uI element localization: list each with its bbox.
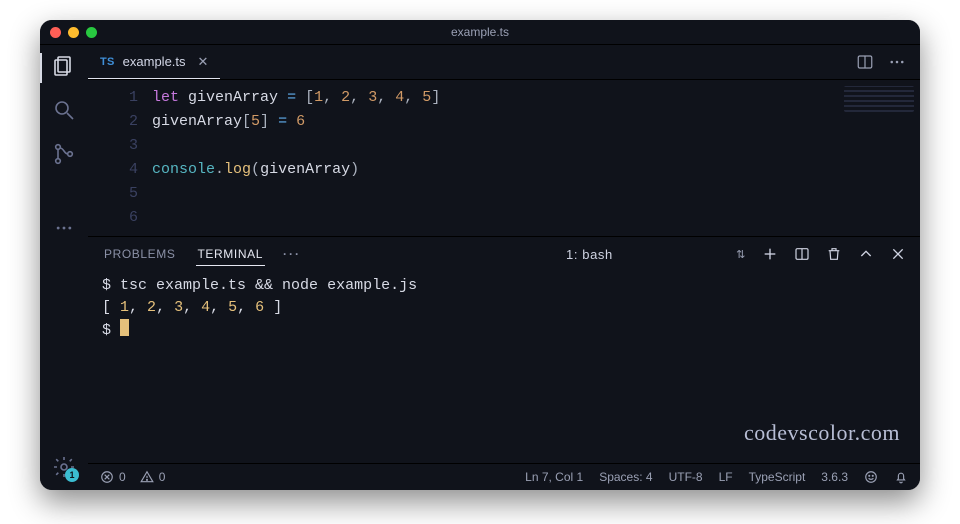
tab-filename: example.ts xyxy=(123,54,186,69)
bell-icon[interactable] xyxy=(894,470,908,484)
code-line xyxy=(152,134,920,158)
status-encoding[interactable]: UTF-8 xyxy=(669,470,703,484)
status-cursor-pos[interactable]: Ln 7, Col 1 xyxy=(525,470,583,484)
line-number: 2 xyxy=(88,110,138,134)
code-line: givenArray[5] = 6 xyxy=(152,110,920,134)
ts-lang-badge: TS xyxy=(100,56,115,68)
status-warnings[interactable]: 0 xyxy=(140,470,166,484)
title-bar: example.ts xyxy=(40,20,920,45)
active-indicator xyxy=(40,53,42,83)
warning-icon xyxy=(140,470,154,484)
terminal-select[interactable]: 1: bash ⇅ xyxy=(566,247,746,262)
new-terminal-icon[interactable] xyxy=(762,246,778,262)
close-panel-icon[interactable] xyxy=(890,246,906,262)
line-number: 6 xyxy=(88,206,138,230)
bottom-panel: PROBLEMS TERMINAL ··· 1: bash ⇅ xyxy=(88,236,920,463)
status-ts-version[interactable]: 3.6.3 xyxy=(821,470,848,484)
line-gutter: 1 2 3 4 5 6 xyxy=(88,86,152,230)
close-window-button[interactable] xyxy=(50,27,61,38)
maximize-window-button[interactable] xyxy=(86,27,97,38)
status-language[interactable]: TypeScript xyxy=(749,470,806,484)
panel-tabs: PROBLEMS TERMINAL ··· 1: bash ⇅ xyxy=(88,237,920,271)
terminal-line: $ tsc example.ts && node example.js xyxy=(102,275,906,297)
code-line: let givenArray = [1, 2, 3, 4, 5] xyxy=(152,86,920,110)
chevron-updown-icon: ⇅ xyxy=(736,248,746,261)
tab-close-icon[interactable]: ✕ xyxy=(198,54,209,70)
window-title: example.ts xyxy=(40,25,920,39)
activity-bar: 1 xyxy=(40,45,88,490)
tab-example-ts[interactable]: TS example.ts ✕ xyxy=(88,45,220,79)
line-number: 1 xyxy=(88,86,138,110)
code-line: console.log(givenArray) xyxy=(152,158,920,182)
status-warnings-count: 0 xyxy=(159,470,166,484)
line-number: 3 xyxy=(88,134,138,158)
tab-problems[interactable]: PROBLEMS xyxy=(102,243,178,265)
more-icon[interactable] xyxy=(51,215,77,241)
terminal-cursor xyxy=(120,319,129,336)
window-controls xyxy=(50,27,97,38)
line-number: 4 xyxy=(88,158,138,182)
feedback-smile-icon[interactable] xyxy=(864,470,878,484)
settings-badge: 1 xyxy=(65,468,79,482)
line-number: 5 xyxy=(88,182,138,206)
status-errors[interactable]: 0 xyxy=(100,470,126,484)
search-icon[interactable] xyxy=(51,97,77,123)
source-control-icon[interactable] xyxy=(51,141,77,167)
code-line xyxy=(152,206,920,230)
terminal-select-label: 1: bash xyxy=(566,247,613,262)
split-terminal-icon[interactable] xyxy=(794,246,810,262)
code-line xyxy=(152,182,920,206)
tab-terminal[interactable]: TERMINAL xyxy=(196,243,265,266)
editor-more-icon[interactable] xyxy=(888,53,906,71)
split-editor-icon[interactable] xyxy=(856,53,874,71)
editor-area: 1 2 3 4 5 6 let givenArray = [1, 2, 3, 4… xyxy=(88,80,920,236)
terminal-line: [ 1, 2, 3, 4, 5, 6 ] xyxy=(102,297,906,319)
terminal-line: $ xyxy=(102,319,906,342)
code-body: let givenArray = [1, 2, 3, 4, 5] givenAr… xyxy=(152,86,920,230)
status-errors-count: 0 xyxy=(119,470,126,484)
trash-icon[interactable] xyxy=(826,246,842,262)
terminal-output[interactable]: $ tsc example.ts && node example.js [ 1,… xyxy=(88,271,920,463)
error-icon xyxy=(100,470,114,484)
app-window: example.ts 1 xyxy=(40,20,920,490)
status-bar: 0 0 Ln 7, Col 1 Spaces: 4 UTF-8 LF TypeS… xyxy=(88,463,920,490)
minimize-window-button[interactable] xyxy=(68,27,79,38)
editor-tabs: TS example.ts ✕ xyxy=(88,45,920,80)
explorer-icon[interactable] xyxy=(51,53,77,79)
status-eol[interactable]: LF xyxy=(719,470,733,484)
panel-tabs-more-icon[interactable]: ··· xyxy=(283,247,301,261)
settings-gear-icon[interactable]: 1 xyxy=(51,454,77,480)
status-indent[interactable]: Spaces: 4 xyxy=(599,470,652,484)
code-editor[interactable]: 1 2 3 4 5 6 let givenArray = [1, 2, 3, 4… xyxy=(88,80,920,236)
chevron-up-icon[interactable] xyxy=(858,246,874,262)
